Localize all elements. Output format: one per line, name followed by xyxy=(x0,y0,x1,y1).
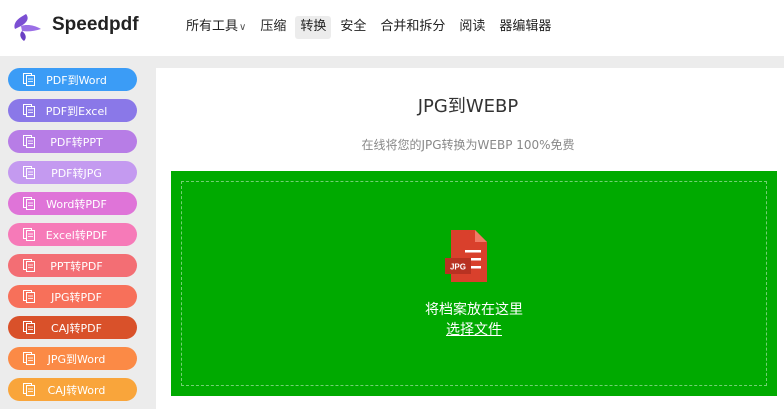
sidebar-item[interactable]: CAJ转PDF xyxy=(8,316,137,339)
sidebar-item-label: PDF转JPG xyxy=(51,166,102,180)
nav-item[interactable]: 阅读 xyxy=(454,16,490,39)
nav-item-label: 器编辑器 xyxy=(499,19,552,34)
document-icon xyxy=(23,321,35,334)
sidebar-item-label: PDF到Word xyxy=(46,73,107,87)
nav-item[interactable]: 所有工具∨ xyxy=(181,16,251,39)
sidebar-item-label: JPG转PDF xyxy=(51,290,102,304)
sidebar-item-label: CAJ转PDF xyxy=(51,321,102,335)
nav-item[interactable]: 压缩 xyxy=(255,16,291,39)
sidebar-item[interactable]: PPT转PDF xyxy=(8,254,137,277)
nav-item-label: 所有工具 xyxy=(186,19,239,34)
nav-item[interactable]: 安全 xyxy=(335,16,371,39)
choose-file-wrapper: 选择文件 xyxy=(171,319,777,339)
sidebar-item-label: Word转PDF xyxy=(46,197,107,211)
top-header: Speedpdf 所有工具∨ 压缩 转换 安全 合并和拆分 阅读 器编辑器 xyxy=(0,0,784,56)
sidebar-item-label: CAJ转Word xyxy=(47,383,106,397)
brand-name[interactable]: Speedpdf xyxy=(52,14,139,36)
page-title: JPG到WEBP xyxy=(417,96,519,117)
sidebar-item[interactable]: Word转PDF xyxy=(8,192,137,215)
sidebar-item-label: JPG到Word xyxy=(47,352,106,366)
document-icon xyxy=(23,352,35,365)
nav-item-label: 合并和拆分 xyxy=(380,19,446,34)
sidebar-item[interactable]: PDF转JPG xyxy=(8,161,137,184)
sidebar-item[interactable]: Excel转PDF xyxy=(8,223,137,246)
jpg-file-icon: JPG xyxy=(445,230,487,282)
sidebar-item[interactable]: JPG转PDF xyxy=(8,285,137,308)
document-icon xyxy=(23,197,35,210)
nav-item[interactable]: 合并和拆分 xyxy=(375,16,450,39)
sidebar-item-label: PPT转PDF xyxy=(50,259,103,273)
file-dropzone[interactable]: JPG 将档案放在这里 选择文件 xyxy=(171,171,777,396)
sidebar: PDF到Word PDF到Excel PDF转PPT PDF转JPG Word转PDF E… xyxy=(8,68,138,409)
sidebar-item-label: PDF到Excel xyxy=(45,104,108,118)
document-icon xyxy=(23,166,35,179)
sidebar-item[interactable]: PDF到Excel xyxy=(8,99,137,122)
page-subtitle: 在线将您的JPG转换为WEBP 100%免费 xyxy=(361,138,575,152)
document-icon xyxy=(23,135,35,148)
speedpdf-logo[interactable] xyxy=(12,11,44,43)
chevron-down-icon: ∨ xyxy=(239,22,247,33)
sidebar-item[interactable]: PDF到Word xyxy=(8,68,137,91)
document-icon xyxy=(23,73,35,86)
drop-text: 将档案放在这里 xyxy=(425,302,523,318)
sidebar-item-label: PDF转PPT xyxy=(50,135,103,149)
nav-item-label: 阅读 xyxy=(459,19,486,34)
document-icon xyxy=(23,259,35,272)
sidebar-item[interactable]: PDF转PPT xyxy=(8,130,137,153)
document-icon xyxy=(23,104,35,117)
main-panel: JPG到WEBP 在线将您的JPG转换为WEBP 100%免费 JPG 将档案放… xyxy=(156,68,784,409)
sidebar-item[interactable]: CAJ转Word xyxy=(8,378,137,401)
nav-item[interactable]: 转换 xyxy=(295,16,332,39)
document-icon xyxy=(23,228,35,241)
file-badge-label: JPG xyxy=(450,263,466,272)
nav-item[interactable]: 器编辑器 xyxy=(494,16,556,39)
choose-file-link[interactable]: 选择文件 xyxy=(446,322,502,338)
sidebar-item[interactable]: JPG到Word xyxy=(8,347,137,370)
document-icon xyxy=(23,290,35,303)
nav-item-label: 转换 xyxy=(300,19,327,34)
document-icon xyxy=(23,383,35,396)
sidebar-item-label: Excel转PDF xyxy=(45,228,108,242)
main-nav: 所有工具∨ 压缩 转换 安全 合并和拆分 阅读 器编辑器 xyxy=(181,16,560,39)
nav-item-label: 压缩 xyxy=(260,19,287,34)
nav-item-label: 安全 xyxy=(340,19,367,34)
